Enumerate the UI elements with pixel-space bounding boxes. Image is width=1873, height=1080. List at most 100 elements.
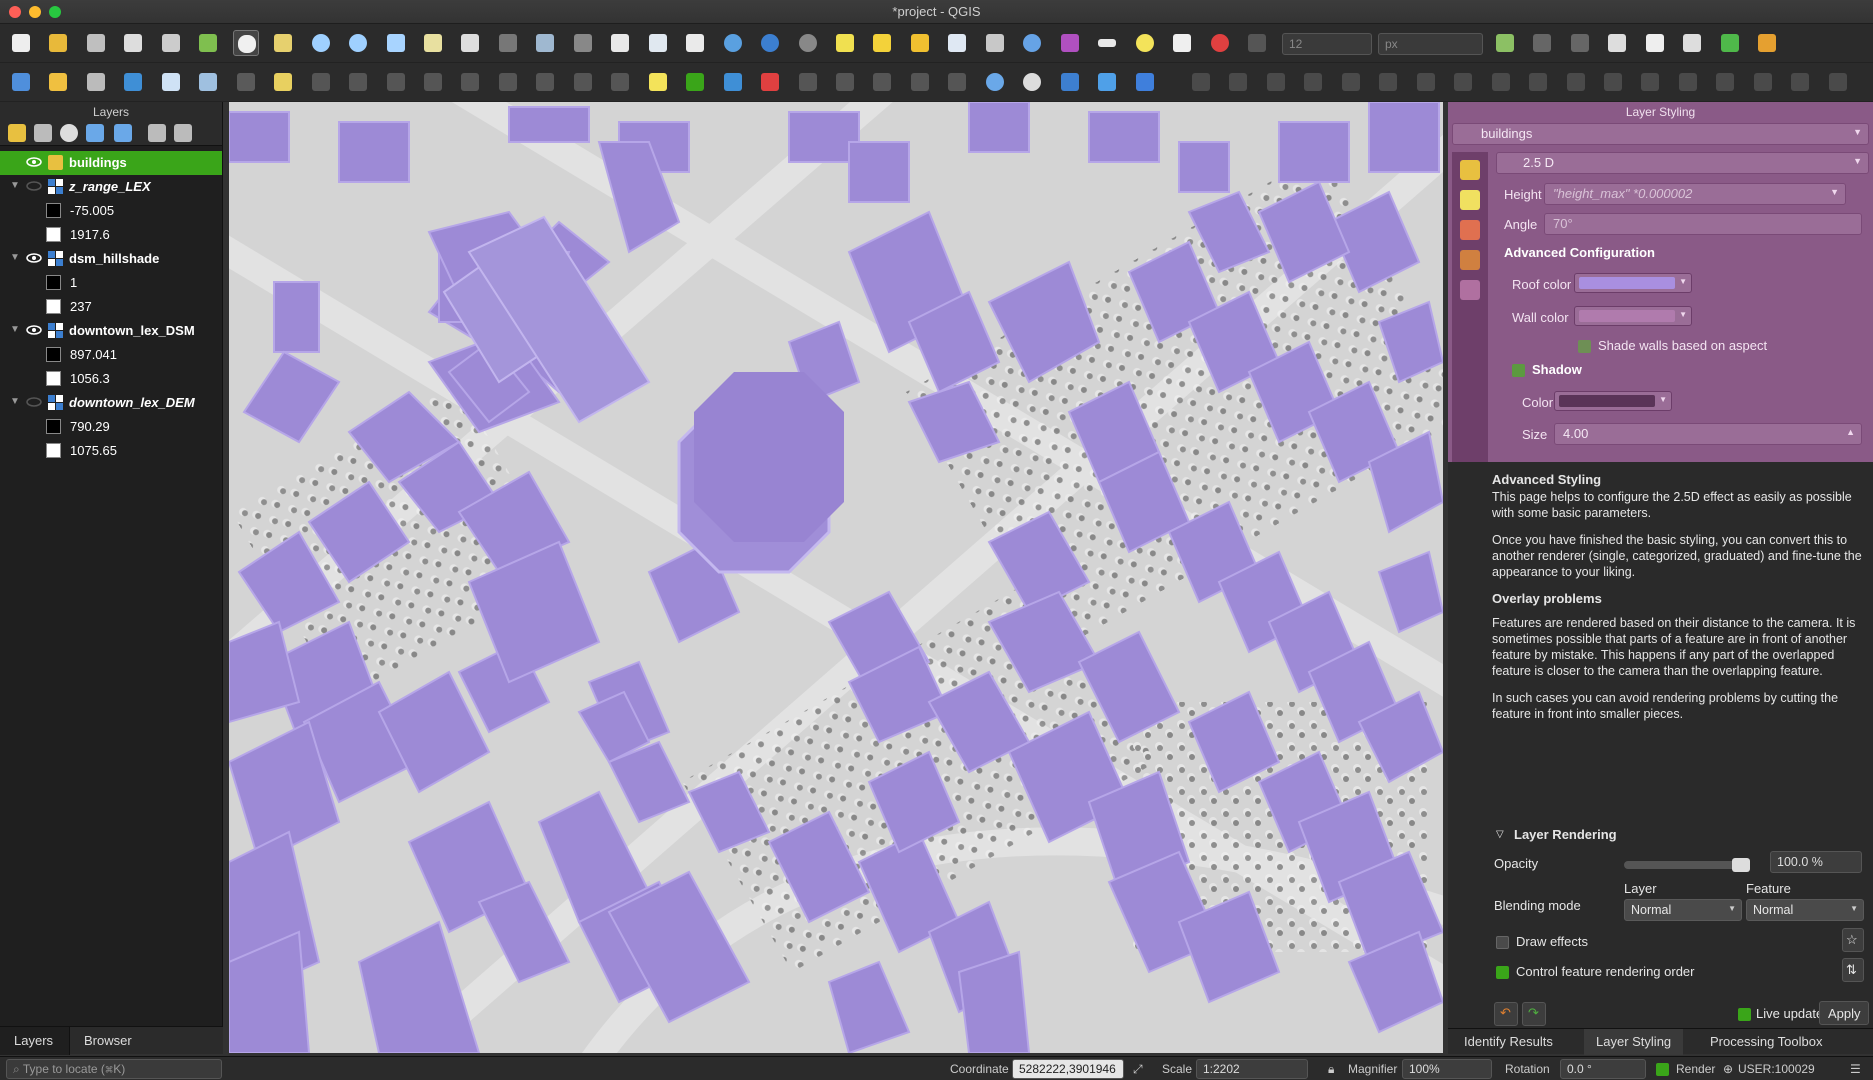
georeferencer-icon[interactable] — [1094, 69, 1120, 95]
layer-downtown-lex-dem[interactable]: ▼ downtown_lex_DEM — [0, 391, 222, 415]
zoom-full-icon[interactable] — [383, 30, 409, 56]
statistics-sigma-icon[interactable] — [1057, 30, 1083, 56]
split-features-icon[interactable] — [1600, 69, 1626, 95]
label-show-icon[interactable] — [907, 69, 933, 95]
height-expression-field[interactable]: "height_max" *0.000002 ▼ — [1544, 183, 1846, 205]
collapse-arrow-icon[interactable]: ▽ — [1496, 829, 1504, 840]
manage-themes-icon[interactable] — [60, 124, 78, 142]
delete-icon[interactable] — [420, 69, 446, 95]
control-order-checkbox[interactable] — [1496, 966, 1509, 979]
layer-select[interactable]: buildings ▼ — [1452, 123, 1869, 145]
angle-field[interactable]: 70° — [1544, 213, 1862, 235]
new-bookmark-icon[interactable] — [645, 30, 671, 56]
digitize-record-icon[interactable] — [1207, 30, 1233, 56]
redo-style-icon[interactable]: ↷ — [1522, 1002, 1546, 1026]
triangle-icon[interactable] — [1825, 69, 1851, 95]
label-font-size-field[interactable]: 12 — [1282, 33, 1372, 55]
adv-digitize-icon[interactable] — [1188, 69, 1214, 95]
map-canvas[interactable] — [229, 102, 1443, 1053]
coordinate-field[interactable]: 5282222,3901946 — [1012, 1059, 1124, 1079]
new-project-icon[interactable] — [8, 30, 34, 56]
expand-arrow-icon[interactable]: ▼ — [10, 180, 20, 191]
label-move-icon[interactable] — [795, 69, 821, 95]
shadow-checkbox[interactable] — [1512, 364, 1525, 377]
label-font-unit-select[interactable]: px — [1378, 33, 1483, 55]
label-change-icon[interactable] — [869, 69, 895, 95]
blend-layer-select[interactable]: Normal ▼ — [1624, 899, 1742, 921]
scale-select[interactable]: 1:2202 — [1196, 1059, 1308, 1079]
add-feature-icon[interactable] — [308, 69, 334, 95]
print-layout-icon[interactable] — [158, 30, 184, 56]
new-virtual-layer-icon[interactable] — [195, 69, 221, 95]
apply-button[interactable]: Apply — [1819, 1001, 1869, 1025]
show-bookmarks-icon[interactable] — [682, 30, 708, 56]
grid-icon[interactable] — [1787, 69, 1813, 95]
run-feature-action-icon[interactable] — [795, 30, 821, 56]
overview-icon[interactable] — [1679, 30, 1705, 56]
search-icon[interactable] — [1717, 30, 1743, 56]
filter-legend-icon[interactable] — [86, 124, 104, 142]
zoom-next-icon[interactable] — [570, 30, 596, 56]
snapping-icon[interactable] — [1492, 30, 1518, 56]
pan-icon[interactable] — [232, 30, 259, 56]
merge-features-icon[interactable] — [1675, 69, 1701, 95]
identify-icon[interactable] — [757, 30, 783, 56]
history-icon[interactable] — [1460, 280, 1480, 300]
python-console-icon[interactable] — [1057, 69, 1083, 95]
pencil-icon[interactable] — [270, 69, 296, 95]
zoom-out-icon[interactable] — [345, 30, 371, 56]
star-icon[interactable]: ☆ — [1842, 928, 1864, 952]
zoom-last-icon[interactable] — [532, 30, 558, 56]
wall-color-button[interactable]: ▼ — [1574, 306, 1692, 326]
select-features-icon[interactable] — [832, 30, 858, 56]
new-layer-icon[interactable] — [45, 69, 71, 95]
3d-view-icon[interactable] — [1460, 220, 1480, 240]
zoom-to-selection-icon[interactable] — [420, 30, 446, 56]
deselect-all-icon[interactable] — [907, 30, 933, 56]
eye-hidden-icon[interactable] — [26, 180, 42, 192]
network-icon[interactable] — [1019, 69, 1045, 95]
label-remove-icon[interactable] — [757, 69, 783, 95]
order-settings-icon[interactable]: ⇅ — [1842, 958, 1864, 982]
save-as-icon[interactable] — [120, 30, 146, 56]
undo-style-icon[interactable]: ↶ — [1494, 1002, 1518, 1026]
messages-icon[interactable]: ☰ — [1850, 1062, 1861, 1076]
save-edits-icon[interactable] — [158, 69, 184, 95]
lock-scale-icon[interactable]: 🔒︎ — [1328, 1062, 1334, 1077]
live-update-checkbox[interactable] — [1738, 1008, 1751, 1021]
layer-dsm-hillshade[interactable]: ▼ dsm_hillshade — [0, 247, 222, 271]
layer-buildings[interactable]: buildings — [0, 151, 222, 175]
screenshot-icon[interactable] — [1642, 30, 1668, 56]
shadow-color-button[interactable]: ▼ — [1554, 391, 1672, 411]
layer-rendering-title[interactable]: Layer Rendering — [1514, 827, 1617, 842]
close-icon[interactable] — [1529, 30, 1555, 56]
locate-search-input[interactable]: ⌕ Type to locate (⌘K) — [6, 1059, 222, 1079]
style-manager-icon[interactable] — [195, 30, 221, 56]
attribute-table-icon[interactable] — [944, 30, 970, 56]
delete-part-icon[interactable] — [1450, 69, 1476, 95]
crs-globe-icon[interactable]: ⊕ — [1723, 1062, 1733, 1076]
move-feature-icon[interactable] — [345, 69, 371, 95]
help-icon[interactable] — [1132, 69, 1158, 95]
expand-arrow-icon[interactable]: ▼ — [10, 324, 20, 335]
pan-to-selection-icon[interactable] — [270, 30, 296, 56]
rotation-field[interactable]: 0.0 ° — [1560, 1059, 1646, 1079]
eye-hidden-icon[interactable] — [26, 396, 42, 408]
edit-pencil-icon[interactable] — [120, 69, 146, 95]
map-tips-icon[interactable] — [1132, 30, 1158, 56]
layer-downtown-lex-dsm[interactable]: ▼ downtown_lex_DSM — [0, 319, 222, 343]
label-rotate-icon[interactable] — [832, 69, 858, 95]
labels-icon[interactable] — [1460, 190, 1480, 210]
measure-icon[interactable] — [1094, 30, 1120, 56]
zoom-in-icon[interactable] — [308, 30, 334, 56]
lock-icon[interactable] — [1604, 30, 1630, 56]
add-group-icon[interactable] — [34, 124, 52, 142]
data-source-manager-icon[interactable] — [8, 69, 34, 95]
digitize-icon[interactable] — [83, 69, 109, 95]
select-by-value-icon[interactable] — [869, 30, 895, 56]
map-render[interactable] — [229, 102, 1443, 1053]
copy-icon[interactable] — [495, 69, 521, 95]
zoom-native-icon[interactable] — [495, 30, 521, 56]
eye-icon[interactable] — [26, 252, 42, 264]
simplify-icon[interactable] — [1263, 69, 1289, 95]
